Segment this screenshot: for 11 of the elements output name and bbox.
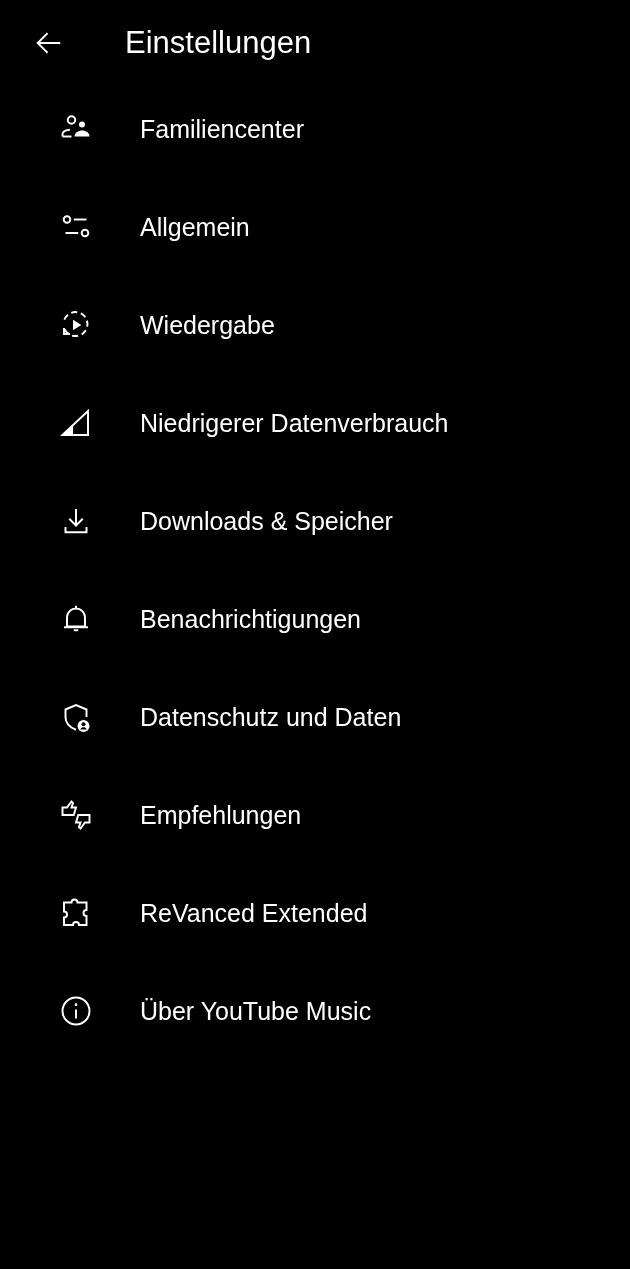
- settings-item[interactable]: Allgemein: [0, 178, 630, 276]
- settings-item[interactable]: ReVanced Extended: [0, 864, 630, 962]
- page-title: Einstellungen: [125, 25, 312, 61]
- settings-item[interactable]: Datenschutz und Daten: [0, 668, 630, 766]
- settings-item[interactable]: Familiencenter: [0, 80, 630, 178]
- settings-item[interactable]: Niedrigerer Datenverbrauch: [0, 374, 630, 472]
- settings-item[interactable]: Benachrichtigungen: [0, 570, 630, 668]
- settings-item[interactable]: Empfehlungen: [0, 766, 630, 864]
- settings-item[interactable]: Über YouTube Music: [0, 962, 630, 1060]
- settings-item[interactable]: Downloads & Speicher: [0, 472, 630, 570]
- settings-item[interactable]: Wiedergabe: [0, 276, 630, 374]
